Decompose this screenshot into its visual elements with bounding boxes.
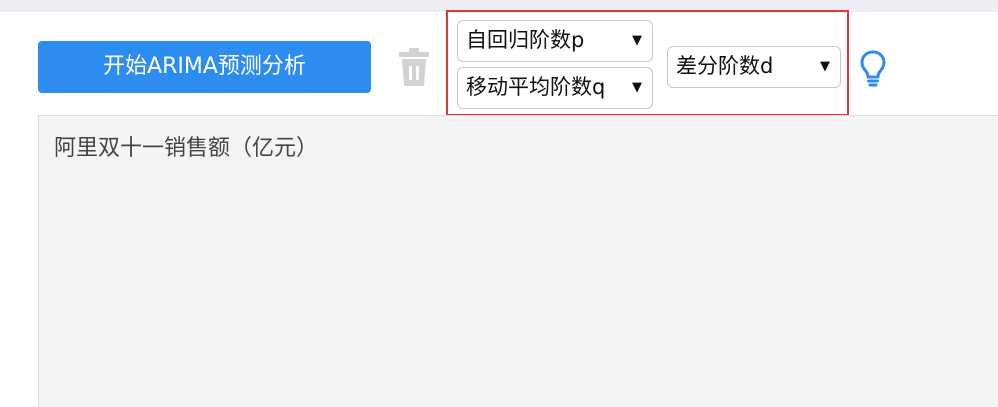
ar-order-p-select[interactable]: 自回归阶数p ▼ bbox=[457, 20, 653, 62]
chevron-down-icon: ▼ bbox=[632, 80, 642, 95]
data-input-area[interactable]: 阿里双十一销售额（亿元） bbox=[38, 115, 998, 407]
ma-order-q-select[interactable]: 移动平均阶数q ▼ bbox=[457, 67, 653, 109]
data-series-header: 阿里双十一销售额（亿元） bbox=[54, 136, 319, 161]
run-arima-button[interactable]: 开始ARIMA预测分析 bbox=[38, 41, 371, 93]
ma-order-q-value: 移动平均阶数q bbox=[466, 75, 606, 99]
chevron-down-icon: ▼ bbox=[820, 59, 830, 74]
diff-order-d-select[interactable]: 差分阶数d ▼ bbox=[667, 46, 841, 88]
chevron-down-icon: ▼ bbox=[632, 33, 642, 48]
ar-order-p-value: 自回归阶数p bbox=[466, 28, 585, 52]
diff-order-d-value: 差分阶数d bbox=[676, 54, 774, 78]
lightbulb-icon[interactable] bbox=[858, 48, 888, 88]
trash-icon[interactable] bbox=[397, 46, 431, 88]
